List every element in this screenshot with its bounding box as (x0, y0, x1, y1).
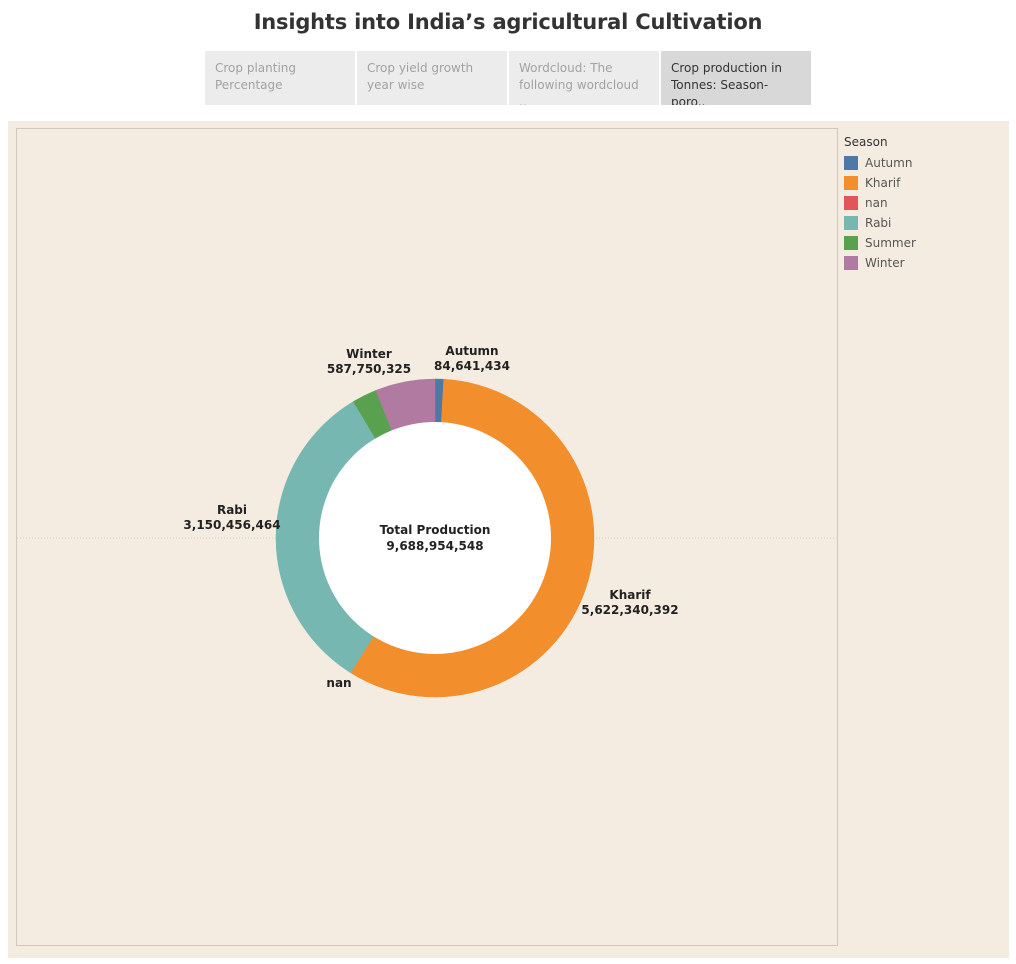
slice-value-winter: 587,750,325 (327, 362, 411, 376)
legend-label: Winter (865, 256, 905, 270)
slice-label-autumn: Autumn (445, 344, 498, 358)
slice-value-autumn: 84,641,434 (434, 359, 510, 373)
legend-swatch (844, 216, 858, 230)
page-title: Insights into India’s agricultural Culti… (253, 10, 763, 34)
story-tab-2[interactable]: Crop yield growth year wise (357, 51, 507, 105)
legend-swatch (844, 196, 858, 210)
legend-label: Rabi (865, 216, 892, 230)
donut-chart: Autumn84,641,434 Kharif5,622,340,392 nan Ra… (17, 344, 837, 698)
story-tab-4[interactable]: Crop production in Tonnes: Season-poro.. (661, 51, 811, 105)
legend-label: Autumn (865, 156, 913, 170)
slice-value-rabi: 3,150,456,464 (183, 518, 280, 532)
story-tabs: Crop planting Percentage Crop yield growt… (205, 51, 813, 105)
legend-swatch (844, 256, 858, 270)
legend-swatch (844, 236, 858, 250)
legend-item-autumn[interactable]: Autumn (844, 153, 1004, 173)
legend-items: Autumn Kharif nan Rabi Summer Winter (844, 153, 1004, 273)
center-value: 9,688,954,548 (386, 539, 483, 553)
legend: Season Autumn Kharif nan Rabi Summer Winter (844, 135, 1004, 273)
legend-item-nan[interactable]: nan (844, 193, 1004, 213)
legend-swatch (844, 156, 858, 170)
legend-label: Summer (865, 236, 916, 250)
slice-label-kharif: Kharif (609, 588, 651, 602)
dashboard-area: Autumn 84,641,434 Kharif 5,622,340,392 nan Ra… (8, 121, 1009, 958)
slice-label-rabi: Rabi (217, 503, 247, 517)
chart-frame: Autumn 84,641,434 Kharif 5,622,340,392 nan Ra… (16, 128, 838, 946)
legend-item-summer[interactable]: Summer (844, 233, 1004, 253)
legend-title: Season (844, 135, 888, 149)
legend-item-rabi[interactable]: Rabi (844, 213, 1004, 233)
slice-label-nan: nan (326, 676, 351, 690)
slice-value-kharif: 5,622,340,392 (581, 603, 678, 617)
legend-label: Kharif (865, 176, 901, 190)
story-tab-3[interactable]: Wordcloud: The following wordcloud .. (509, 51, 659, 105)
legend-label: nan (865, 196, 888, 210)
donut-hole (319, 422, 551, 654)
center-label: Total Production (380, 523, 491, 537)
story-tab-1[interactable]: Crop planting Percentage (205, 51, 355, 105)
legend-swatch (844, 176, 858, 190)
slice-label-winter: Winter (346, 347, 392, 361)
legend-item-winter[interactable]: Winter (844, 253, 1004, 273)
legend-item-kharif[interactable]: Kharif (844, 173, 1004, 193)
